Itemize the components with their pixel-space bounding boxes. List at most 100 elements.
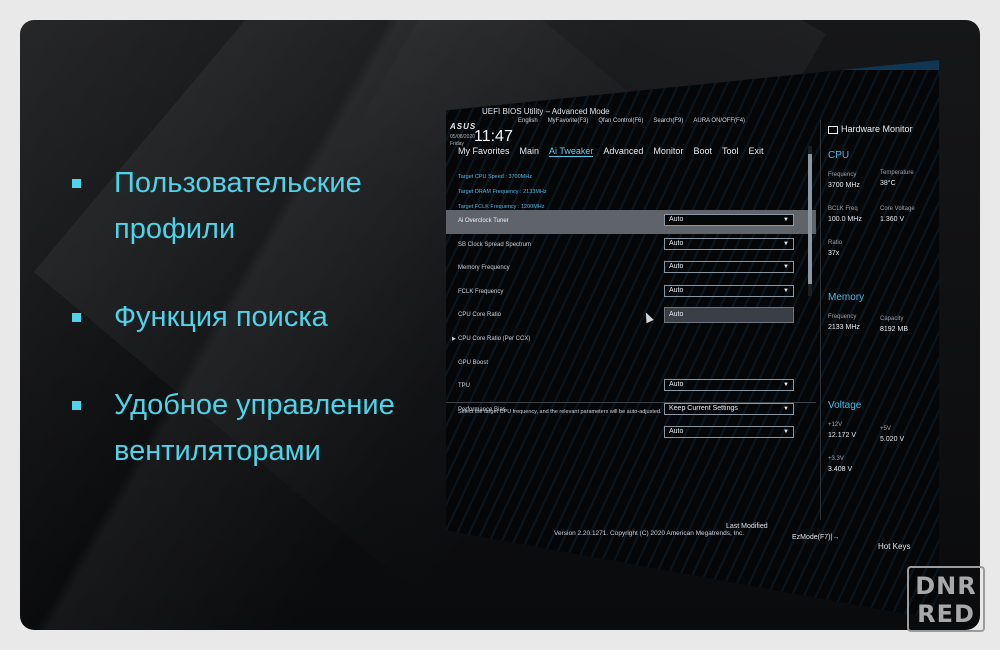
setting-select[interactable]: Auto ▼ [664,261,794,274]
feature-text: Функция поиска [114,301,328,333]
hw-label: Core Voltage [880,206,915,212]
setting-label: TPU [458,383,470,390]
hw-section-cpu: CPU [828,150,850,161]
bios-title: UEFI BIOS Utility – Advanced Mode [482,107,610,116]
hw-value: 1.360 V [880,216,905,223]
setting-row-tpu[interactable]: TPU Auto ▼ [446,375,816,399]
watermark-text: RED [917,600,975,628]
setting-label: FCLK Frequency [458,288,504,295]
hardware-monitor: Hardware Monitor CPU Frequency 3700 MHz … [824,120,939,520]
setting-select[interactable]: Auto ▼ [664,237,794,250]
select-value: Auto [669,263,684,271]
hw-label: Ratio [828,240,843,246]
hw-value: 2133 MHz [828,324,860,331]
select-value: Auto [669,286,684,294]
dropdown-popup[interactable]: Auto [664,307,794,323]
setting-row-memory-frequency[interactable]: Memory Frequency Auto ▼ [446,257,816,281]
hw-label: Frequency [828,314,857,320]
feature-item-profiles: Пользовательские профили [72,160,462,252]
setting-select[interactable]: Auto ▼ [664,426,794,439]
language-button[interactable]: English [518,118,538,124]
hw-label: BCLK Freq [828,206,858,212]
chevron-down-icon: ▼ [783,287,789,294]
hw-value: 37x [828,250,840,257]
feature-list: Пользовательские профили Функция поиска … [72,160,462,516]
select-value: Auto [669,239,684,247]
hw-label: Temperature [880,170,914,176]
tab-exit[interactable]: Exit [748,146,763,157]
setting-label: Ai Overclock Tuner [458,218,509,224]
hw-value: 3.408 V [828,466,853,473]
tab-my-favorites[interactable]: My Favorites [458,146,510,157]
tab-monitor[interactable]: Monitor [653,146,683,157]
bios-copyright: Version 2.20.1271. Copyright (C) 2020 Am… [554,530,745,537]
help-text: Select the target CPU frequency, and the… [458,409,662,415]
setting-label: Memory Frequency [458,265,510,272]
myfavorite-button[interactable]: MyFavorite(F3) [548,118,589,124]
select-value: Auto [669,381,684,389]
hw-value: 3700 MHz [828,182,860,189]
last-modified-button[interactable]: Last Modified [726,523,768,530]
setting-select[interactable]: Auto ▼ [664,214,794,226]
scrollbar-thumb[interactable] [808,154,812,284]
hw-value: 8192 MB [880,326,909,333]
tab-tool[interactable]: Tool [722,146,739,157]
bios-screenshot: ASUS UEFI BIOS Utility – Advanced Mode 0… [446,60,939,620]
feature-item-fans: Удобное управление вентиляторами [72,382,462,474]
hw-monitor-title: Hardware Monitor [828,124,913,134]
bullet-icon [72,313,81,322]
aura-toggle-button[interactable]: AURA ON/OFF(F4) [693,118,745,124]
tab-main[interactable]: Main [520,146,540,157]
setting-row-ai-overclock-tuner[interactable]: Ai Overclock Tuner Auto ▼ [446,210,816,234]
watermark-text: DNR [915,572,977,600]
setting-row-cpu-core-ratio-ccx[interactable]: ▶ CPU Core Ratio (Per CCX) [446,328,816,352]
hw-value: 5.020 V [880,436,905,443]
hw-section-memory: Memory [828,292,865,303]
setting-select[interactable]: Auto ▼ [664,379,794,392]
qfan-control-button[interactable]: Qfan Control(F6) [598,118,643,124]
ezmode-button[interactable]: EzMode(F7)|→ [792,534,839,541]
target-cpu-speed: Target CPU Speed : 3700MHz [458,174,532,180]
setting-row-unlabeled[interactable]: Auto ▼ [446,422,816,446]
setting-label: GPU Boost [458,359,489,366]
tab-advanced[interactable]: Advanced [603,146,643,157]
setting-label: CPU Core Ratio [458,312,502,319]
bios-clock: 11:47 [474,128,513,145]
hot-keys-button[interactable]: Hot Keys [878,542,910,551]
hw-section-voltage: Voltage [828,400,862,411]
chevron-down-icon: ▼ [783,240,789,247]
hw-value: 100.0 MHz [828,216,862,223]
search-button[interactable]: Search(F9) [653,118,683,124]
target-dram-frequency: Target DRAM Frequency : 2133MHz [458,189,547,195]
target-info: Target CPU Speed : 3700MHz Target DRAM F… [458,170,547,215]
asus-logo: ASUS [450,122,477,131]
hw-value: 12.172 V [828,432,857,439]
bios-toolbar: English MyFavorite(F3) Qfan Control(F6) … [518,118,745,124]
setting-select[interactable]: Auto ▼ [664,284,794,297]
bullet-icon [72,179,81,188]
help-description: Select the target CPU frequency, and the… [446,402,816,425]
hw-label: +5V [880,426,891,432]
setting-label: SB Clock Spread Spectrum [458,241,532,248]
hw-label: Capacity [880,316,904,322]
hw-label: +12V [828,422,843,428]
bios-tabs: My Favorites Main Ai Tweaker Advanced Mo… [458,146,763,157]
hw-label: +3.3V [828,456,844,462]
feature-text: Пользовательские профили [114,167,362,245]
date-text: 05/08/2020 [450,134,476,140]
select-value: Auto [669,216,684,223]
settings-scrollbar[interactable] [808,146,812,296]
chevron-right-icon: ▶ [452,335,456,342]
chevron-down-icon: ▼ [783,429,789,436]
hw-title-text: Hardware Monitor [841,124,913,134]
tab-ai-tweaker[interactable]: Ai Tweaker [549,146,594,157]
setting-row-fclk-frequency[interactable]: FCLK Frequency Auto ▼ [446,281,816,305]
setting-row-gpu-boost[interactable]: GPU Boost [446,352,816,376]
select-value: Auto [669,428,684,436]
monitor-icon [828,125,838,134]
feature-text: Удобное управление вентиляторами [114,389,395,467]
setting-row-sb-clock[interactable]: SB Clock Spread Spectrum Auto ▼ [446,234,816,258]
panel-divider [820,120,821,520]
tab-boot[interactable]: Boot [693,146,712,157]
chevron-down-icon: ▼ [783,217,789,223]
